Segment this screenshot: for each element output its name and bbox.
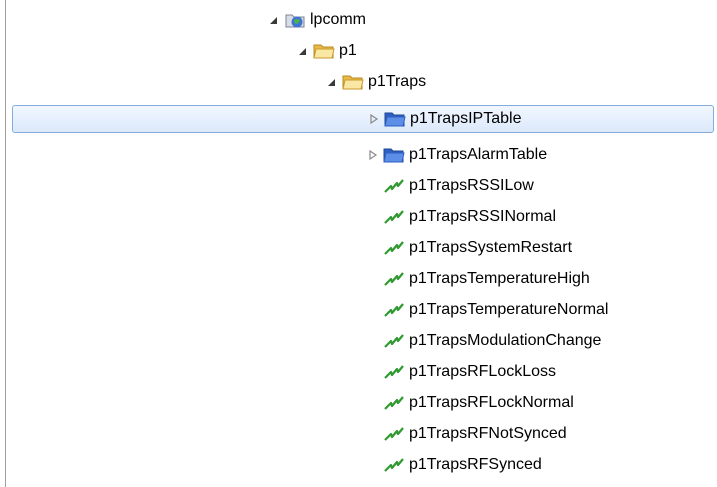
tree-node-label: p1TrapsRFNotSynced — [409, 425, 567, 442]
tree-node-label: p1TrapsIPTable — [410, 110, 522, 127]
tree-node-p1trapsiptable[interactable]: p1TrapsIPTable — [12, 105, 714, 133]
trap-icon — [384, 427, 404, 441]
tree-node-label: p1TrapsRSSILow — [409, 177, 534, 194]
tree-node-p1trapsrfnotsynced[interactable]: p1TrapsRFNotSynced — [0, 419, 717, 450]
tree-node-label: p1TrapsModulationChange — [409, 332, 602, 349]
tree-node-label: p1TrapsRSSINormal — [409, 208, 557, 225]
tree-node-lpcomm[interactable]: lpcomm — [0, 5, 717, 36]
trap-icon — [384, 241, 404, 255]
expanded-arrow-icon[interactable] — [268, 14, 280, 26]
tree-node-p1trapsrssilow[interactable]: p1TrapsRSSILow — [0, 171, 717, 202]
tree-node-label: p1TrapsRFSynced — [409, 456, 542, 473]
tree-node-p1trapsrfsynced[interactable]: p1TrapsRFSynced — [0, 450, 717, 481]
trap-icon — [384, 334, 404, 348]
trap-icon — [384, 396, 404, 410]
tree-node-label: p1TrapsSystemRestart — [409, 239, 573, 256]
tree-node-p1trapsmodulationchange[interactable]: p1TrapsModulationChange — [0, 326, 717, 357]
trap-icon — [384, 179, 404, 193]
tree-node-p1trapsrflockloss[interactable]: p1TrapsRFLockLoss — [0, 357, 717, 388]
tree-node-p1trapsrssinormal[interactable]: p1TrapsRSSINormal — [0, 202, 717, 233]
collapsed-arrow-icon[interactable] — [368, 113, 380, 125]
tree-node-label: p1TrapsTemperatureNormal — [409, 301, 609, 318]
expanded-arrow-icon[interactable] — [297, 45, 309, 57]
tree-node-p1trapstemperaturehigh[interactable]: p1TrapsTemperatureHigh — [0, 264, 717, 295]
trap-icon — [384, 210, 404, 224]
trap-icon — [384, 365, 404, 379]
tree-node-label: p1TrapsRFLockNormal — [409, 394, 574, 411]
tree-node-label: p1 — [339, 42, 357, 59]
mib-tree: lpcomm p1 p1Traps p1TrapsIPTable p1Traps… — [0, 0, 717, 487]
tree-node-label: p1TrapsTemperatureHigh — [409, 270, 590, 287]
tree-node-p1trapssystemrestart[interactable]: p1TrapsSystemRestart — [0, 233, 717, 264]
table-folder-icon — [383, 148, 405, 163]
table-folder-icon — [384, 112, 406, 127]
trap-icon — [384, 303, 404, 317]
trap-icon — [384, 272, 404, 286]
tree-node-p1traps[interactable]: p1Traps — [0, 67, 717, 98]
tree-node-label: p1TrapsAlarmTable — [409, 146, 548, 163]
module-globe-icon — [285, 14, 305, 28]
trap-icon — [384, 458, 404, 472]
folder-icon — [342, 75, 364, 90]
tree-node-label: p1Traps — [368, 73, 427, 90]
tree-node-p1trapsrflocknormal[interactable]: p1TrapsRFLockNormal — [0, 388, 717, 419]
expanded-arrow-icon[interactable] — [326, 76, 338, 88]
tree-node-p1trapstemperaturenormal[interactable]: p1TrapsTemperatureNormal — [0, 295, 717, 326]
tree-node-p1[interactable]: p1 — [0, 36, 717, 67]
tree-node-label: p1TrapsRFLockLoss — [409, 363, 557, 380]
tree-node-label: lpcomm — [310, 11, 367, 28]
tree-node-p1trapsalarmtable[interactable]: p1TrapsAlarmTable — [0, 140, 717, 171]
collapsed-arrow-icon[interactable] — [367, 149, 379, 161]
folder-icon — [313, 44, 335, 59]
